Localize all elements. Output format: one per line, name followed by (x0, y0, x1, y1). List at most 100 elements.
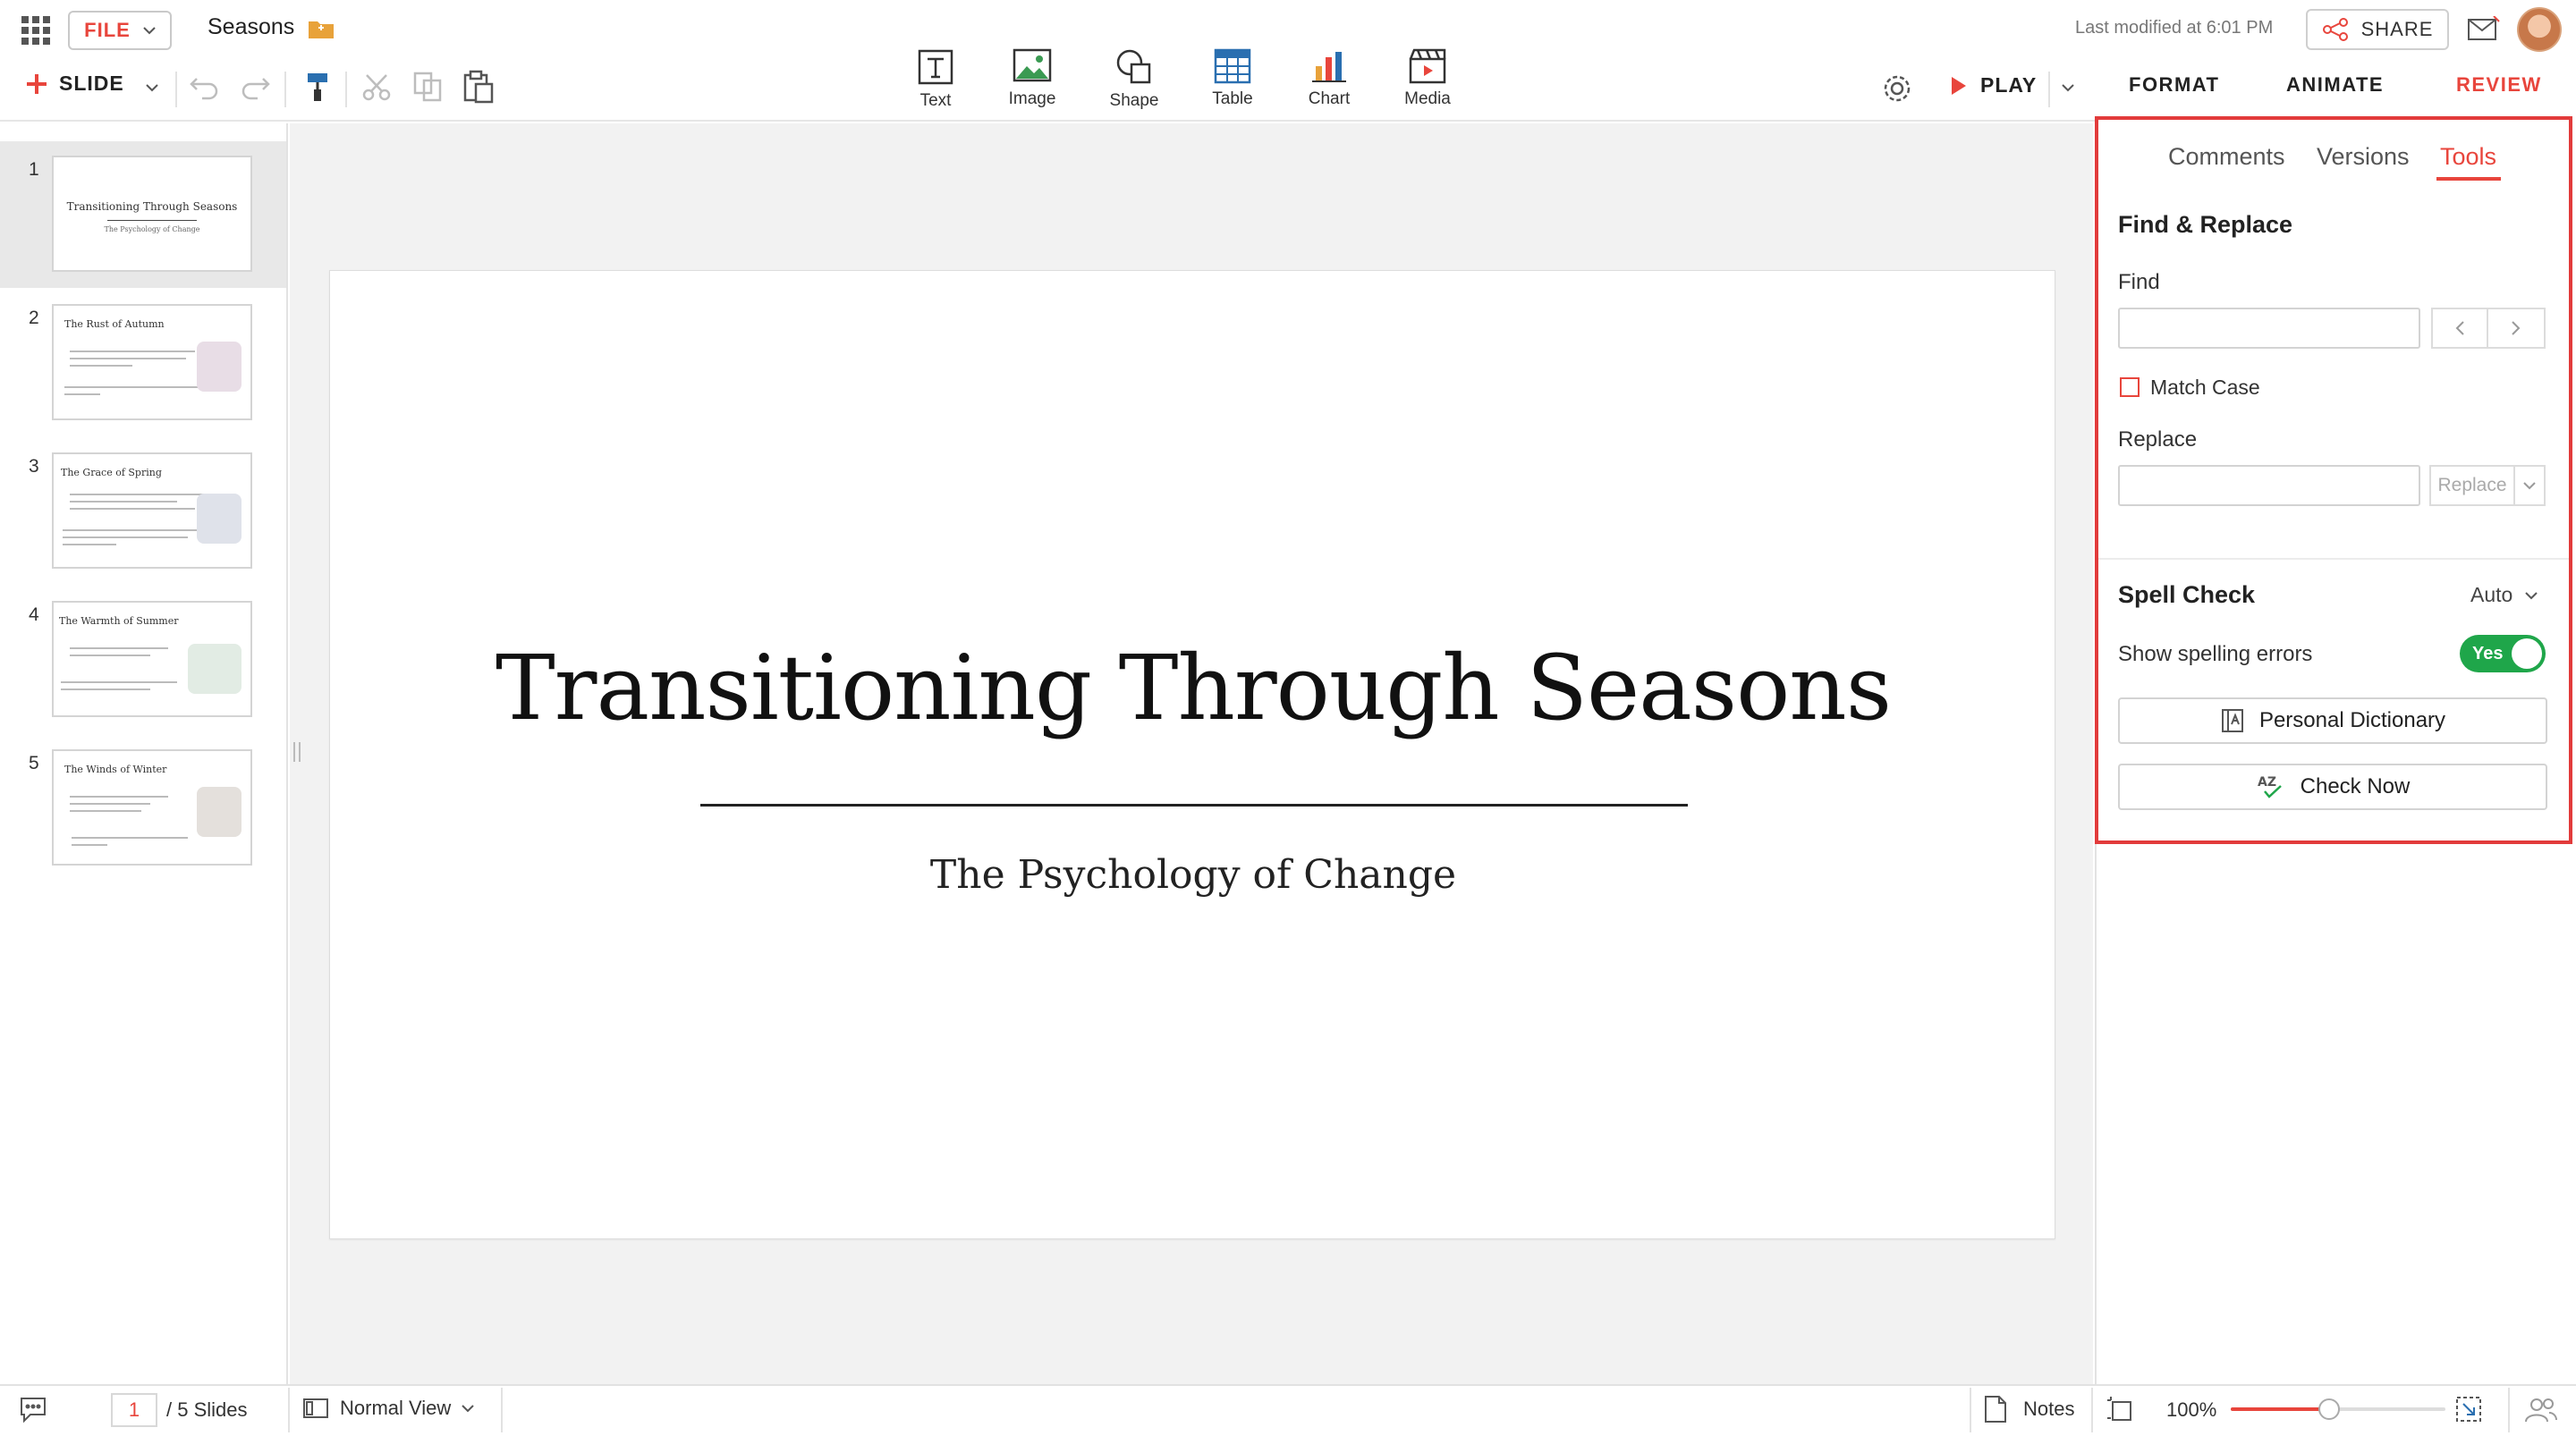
insert-image-label: Image (1008, 89, 1056, 108)
insert-text-label: Text (919, 91, 952, 110)
collaborators-icon[interactable] (2524, 1397, 2558, 1423)
slide-thumbnail-row[interactable]: 2 The Rust of Autumn (0, 290, 286, 436)
redo-icon[interactable] (240, 73, 270, 100)
notes-button[interactable]: Notes (1984, 1395, 2074, 1423)
tab-format[interactable]: FORMAT (2129, 73, 2219, 97)
subtab-versions[interactable]: Versions (2317, 143, 2410, 171)
normal-view-icon (302, 1398, 329, 1419)
spell-check-mode-dropdown[interactable]: Auto (2470, 583, 2538, 607)
new-slide-button[interactable]: SLIDE (25, 72, 124, 96)
insert-image-button[interactable]: Image (987, 48, 1077, 109)
dictionary-icon (2220, 708, 2245, 733)
paste-icon[interactable] (463, 70, 494, 104)
thumbnail-text-line (70, 803, 150, 805)
slide-thumbnail-row[interactable]: 3 The Grace of Spring (0, 438, 286, 585)
thumbnail-title: The Winds of Winter (64, 764, 167, 775)
view-mode-dropdown[interactable]: Normal View (302, 1397, 475, 1420)
table-icon (1214, 48, 1251, 84)
slide-thumbnail[interactable]: The Winds of Winter (52, 749, 252, 866)
share-button[interactable]: SHARE (2306, 9, 2449, 50)
slide-number: 4 (29, 604, 39, 625)
insert-text-button[interactable]: Text (891, 48, 980, 111)
slide-title[interactable]: Transitioning Through Seasons (330, 636, 2056, 740)
thumbnail-text-line (70, 358, 186, 359)
personal-dictionary-button[interactable]: Personal Dictionary (2118, 697, 2547, 744)
chevron-right-icon (2511, 320, 2521, 336)
panel-resize-handle[interactable] (293, 742, 301, 762)
status-separator (1970, 1388, 1971, 1432)
active-subtab-underline (2436, 177, 2501, 181)
play-button[interactable]: PLAY (1950, 73, 2037, 97)
new-slide-label: SLIDE (59, 72, 124, 95)
chat-icon[interactable] (18, 1395, 48, 1423)
chart-icon (1310, 48, 1348, 84)
mail-icon[interactable] (2467, 16, 2501, 43)
thumbnail-text-line (72, 837, 188, 839)
find-next-button[interactable] (2487, 308, 2546, 349)
undo-icon[interactable] (190, 73, 220, 100)
show-spelling-errors-toggle[interactable]: Yes (2460, 635, 2546, 672)
slide-thumbnail[interactable]: The Warmth of Summer (52, 601, 252, 717)
slide-number: 3 (29, 456, 39, 477)
insert-table-button[interactable]: Table (1188, 48, 1277, 109)
status-separator (501, 1388, 503, 1432)
slide-thumbnail-row[interactable]: 1 Transitioning Through Seasons The Psyc… (0, 141, 286, 288)
thumbnail-illustration (197, 342, 242, 392)
replace-options-dropdown[interactable] (2513, 465, 2546, 506)
replace-input[interactable] (2118, 465, 2420, 506)
slide-thumbnail-row[interactable]: 5 The Winds of Winter (0, 735, 286, 882)
replace-button[interactable]: Replace (2429, 465, 2513, 506)
tab-animate[interactable]: ANIMATE (2286, 73, 2384, 97)
slide-divider-line[interactable] (700, 804, 1688, 807)
document-title[interactable]: Seasons (208, 14, 294, 40)
media-icon (1409, 48, 1446, 84)
fit-slide-icon[interactable] (2106, 1395, 2134, 1423)
chevron-down-icon (143, 26, 156, 35)
check-now-label: Check Now (2300, 774, 2411, 798)
insert-chart-button[interactable]: Chart (1284, 48, 1374, 109)
fit-to-window-icon[interactable] (2454, 1395, 2483, 1423)
thumbnail-illustration (197, 494, 242, 544)
slide-thumbnail[interactable]: The Grace of Spring (52, 452, 252, 569)
file-menu-button[interactable]: FILE (68, 11, 172, 50)
toolbar-separator (175, 72, 177, 107)
thumbnail-rule (107, 220, 197, 221)
match-case-label[interactable]: Match Case (2150, 376, 2260, 400)
settings-gear-icon[interactable] (1882, 73, 1912, 104)
slide-subtitle[interactable]: The Psychology of Change (330, 852, 2056, 898)
current-slide[interactable]: Transitioning Through Seasons The Psycho… (329, 270, 2055, 1239)
cut-icon[interactable] (361, 72, 392, 102)
subtab-tools[interactable]: Tools (2440, 143, 2496, 171)
slide-thumbnail-row[interactable]: 4 The Warmth of Summer (0, 587, 286, 733)
slide-thumbnail[interactable]: Transitioning Through Seasons The Psycho… (52, 156, 252, 272)
slide-thumbnail[interactable]: The Rust of Autumn (52, 304, 252, 420)
last-modified-text: Last modified at 6:01 PM (2075, 18, 2274, 38)
check-now-button[interactable]: AZ Check Now (2118, 764, 2547, 810)
toggle-state-label: Yes (2472, 643, 2504, 663)
copy-icon[interactable] (413, 72, 442, 102)
status-separator (2091, 1388, 2093, 1432)
folder-icon[interactable] (308, 18, 335, 39)
thumbnail-text-line (70, 796, 168, 798)
subtab-comments[interactable]: Comments (2168, 143, 2285, 171)
find-previous-button[interactable] (2431, 308, 2487, 349)
find-label: Find (2118, 270, 2160, 294)
insert-media-button[interactable]: Media (1383, 48, 1472, 109)
slide-number: 5 (29, 753, 39, 773)
slide-layout-chevron-icon[interactable] (145, 82, 159, 93)
find-input[interactable] (2118, 308, 2420, 349)
play-label: PLAY (1980, 73, 2038, 97)
match-case-checkbox[interactable] (2120, 377, 2140, 397)
format-painter-icon[interactable] (304, 72, 331, 102)
app-grid-icon[interactable] (20, 14, 52, 46)
tab-review[interactable]: REVIEW (2456, 73, 2542, 97)
share-icon (2322, 18, 2349, 41)
user-avatar[interactable] (2517, 7, 2562, 52)
plus-icon (25, 72, 48, 96)
status-separator (2508, 1388, 2510, 1432)
toolbar-separator (284, 72, 286, 107)
insert-shape-button[interactable]: Shape (1089, 48, 1179, 111)
play-options-chevron-icon[interactable] (2061, 82, 2075, 93)
current-page-input[interactable]: 1 (111, 1393, 157, 1427)
thumbnail-text-line (70, 501, 177, 503)
